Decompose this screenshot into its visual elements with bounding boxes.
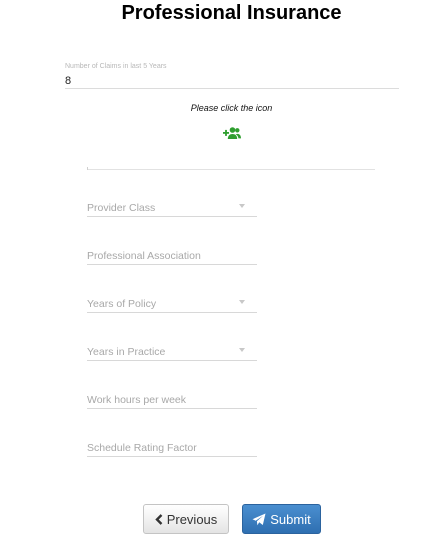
section-divider bbox=[87, 167, 375, 170]
professional-association-input[interactable]: Professional Association bbox=[87, 246, 257, 265]
provider-class-select[interactable]: Provider Class bbox=[87, 198, 257, 217]
years-in-practice-select[interactable]: Years in Practice bbox=[87, 342, 257, 361]
work-hours-input[interactable]: Work hours per week bbox=[87, 390, 257, 409]
instruction-text: Please click the icon bbox=[190, 103, 273, 113]
work-hours-label: Work hours per week bbox=[87, 394, 187, 406]
add-user-icon[interactable] bbox=[223, 126, 241, 140]
years-of-policy-select[interactable]: Years of Policy bbox=[87, 294, 257, 313]
chevron-down-icon bbox=[239, 204, 245, 208]
years-of-policy-label: Years of Policy bbox=[87, 298, 157, 310]
chevron-down-icon bbox=[239, 300, 245, 304]
paper-plane-icon bbox=[252, 513, 266, 526]
previous-button[interactable]: Previous bbox=[143, 504, 229, 534]
claims-field-label: Number of Claims in last 5 Years bbox=[65, 63, 167, 70]
divider-tick bbox=[87, 167, 88, 170]
chevron-down-icon bbox=[239, 348, 245, 352]
schedule-rating-factor-label: Schedule Rating Factor bbox=[87, 442, 197, 454]
submit-button[interactable]: Submit bbox=[242, 504, 321, 534]
chevron-left-icon bbox=[155, 513, 163, 525]
professional-association-label: Professional Association bbox=[87, 250, 201, 262]
page-title: Professional Insurance bbox=[121, 2, 342, 24]
previous-button-label: Previous bbox=[166, 511, 218, 527]
claims-count-input[interactable] bbox=[65, 74, 399, 89]
schedule-rating-factor-input[interactable]: Schedule Rating Factor bbox=[87, 438, 257, 457]
provider-class-label: Provider Class bbox=[87, 202, 156, 214]
years-in-practice-label: Years in Practice bbox=[87, 346, 166, 358]
submit-button-label: Submit bbox=[270, 511, 311, 527]
